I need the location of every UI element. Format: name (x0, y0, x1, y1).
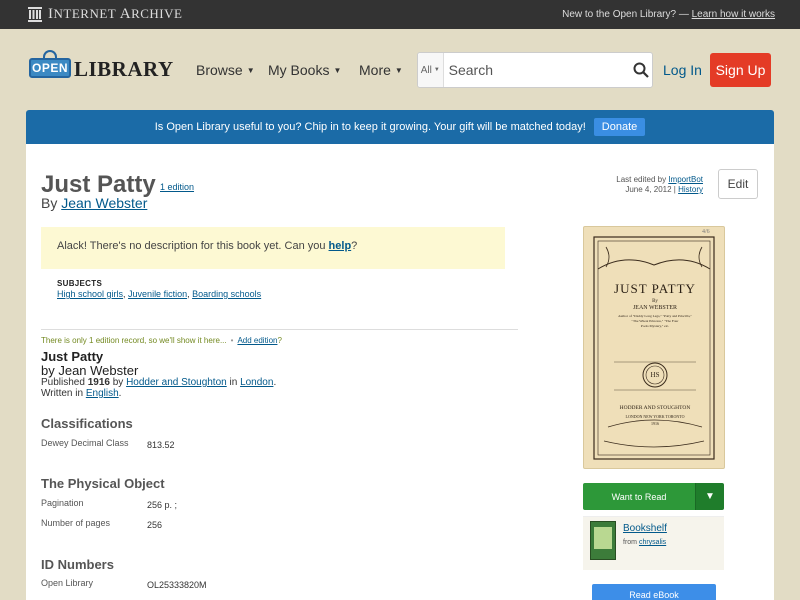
edition-publish-info: Published 1916 by Hodder and Stoughton i… (41, 377, 277, 399)
pagination-label: Pagination (41, 498, 84, 508)
donation-banner: Is Open Library useful to you? Chip in t… (26, 110, 774, 144)
nav-my-books[interactable]: My Books ▼ (268, 62, 341, 78)
language-link[interactable]: English (86, 388, 119, 399)
import-bot-link[interactable]: ImportBot (668, 175, 703, 184)
subject-link[interactable]: Juvenile fiction (128, 289, 187, 299)
subject-link[interactable]: High school girls (57, 289, 123, 299)
pagination-value: 256 p. ; (147, 500, 178, 510)
dewey-value: 813.52 (147, 440, 175, 450)
cover-blurb: Author of "Daddy Long Legs," "Patty and … (618, 314, 692, 328)
ia-building-icon (28, 7, 42, 22)
caret-down-icon: ▼ (433, 67, 440, 73)
author-link[interactable]: Jean Webster (61, 195, 147, 211)
pages-label: Number of pages (41, 518, 111, 528)
subjects-section: SUBJECTS High school girls, Juvenile fic… (57, 279, 262, 299)
edition-byline: by Jean Webster (41, 363, 139, 378)
history-link[interactable]: History (678, 185, 703, 194)
want-to-read-button[interactable]: Want to Read (583, 483, 695, 510)
cover-author: JEAN WEBSTER (632, 305, 678, 311)
new-to-open-library: New to the Open Library? — Learn how it … (562, 9, 775, 20)
pages-value: 256 (147, 520, 163, 530)
cover-by: By (652, 299, 658, 304)
caret-down-icon: ▼ (394, 65, 403, 75)
search-input[interactable] (443, 53, 630, 87)
caret-down-icon: ▼ (246, 65, 255, 75)
dewey-label: Dewey Decimal Class (41, 438, 129, 448)
bookshelf-from: from chrysalis (623, 539, 667, 546)
caret-down-icon: ▼ (333, 65, 342, 75)
classifications-heading: Classifications (41, 416, 133, 431)
search-scope-select[interactable]: All ▼ (418, 53, 444, 87)
place-link[interactable]: London (240, 377, 273, 388)
signup-button[interactable]: Sign Up (710, 53, 771, 87)
donate-button[interactable]: Donate (593, 118, 646, 136)
book-cover[interactable]: 4/6 JUST PATTY By JEAN WEBSTER Author of… (583, 226, 725, 469)
physical-object-heading: The Physical Object (41, 476, 165, 491)
main-content: Just Patty 1 edition By Jean Webster Las… (26, 144, 774, 600)
edit-button[interactable]: Edit (718, 169, 758, 199)
bookshelf-thumbnail[interactable] (590, 521, 616, 560)
only-one-edition-notice: There is only 1 edition record, so we'll… (41, 336, 282, 345)
search-icon[interactable] (630, 62, 652, 78)
want-to-read-control: Want to Read ▼ (583, 483, 724, 510)
cover-pencil-mark: 4/6 (702, 229, 710, 235)
nav-browse[interactable]: Browse ▼ (196, 62, 255, 78)
reading-status-dropdown[interactable]: ▼ (695, 483, 724, 510)
open-sign-icon: OPEN (29, 50, 71, 80)
edition-count-link[interactable]: 1 edition (160, 182, 194, 192)
open-library-id-label: Open Library (41, 578, 94, 588)
cover-title: JUST PATTY (614, 281, 696, 296)
search-bar: All ▼ (417, 52, 653, 88)
internet-archive-bar: INTERNET ARCHIVE New to the Open Library… (0, 0, 800, 29)
edition-title: Just Patty (41, 349, 104, 364)
work-byline: By Jean Webster (41, 195, 148, 211)
open-library-id-value: OL25333820M (147, 580, 207, 590)
donation-message: Is Open Library useful to you? Chip in t… (154, 121, 586, 133)
cover-publisher-mark: HS (650, 371, 660, 379)
divider (41, 329, 518, 330)
subjects-label: SUBJECTS (57, 279, 103, 288)
help-link[interactable]: help (329, 240, 352, 252)
ia-logo-link[interactable]: INTERNET ARCHIVE (28, 6, 182, 23)
open-library-logo[interactable]: OPEN LIBRARY (29, 50, 174, 80)
add-edition-link[interactable]: Add edition (237, 336, 277, 345)
subject-link[interactable]: Boarding schools (192, 289, 261, 299)
no-description-notice: Alack! There's no description for this b… (41, 227, 505, 269)
read-ebook-button[interactable]: Read eBook (592, 584, 716, 600)
bookshelf-link[interactable]: Bookshelf (623, 523, 667, 534)
id-numbers-heading: ID Numbers (41, 557, 114, 572)
cover-year: 1916 (651, 421, 659, 426)
publisher-link[interactable]: Hodder and Stoughton (126, 377, 227, 388)
nav-more[interactable]: More ▼ (359, 62, 403, 78)
site-header: OPEN LIBRARY Browse ▼ My Books ▼ More ▼ All… (0, 29, 800, 109)
ia-brand-text: INTERNET ARCHIVE (48, 6, 183, 22)
logo-library-text: LIBRARY (74, 57, 174, 81)
cover-publisher: HODDER AND STOUGHTON (619, 405, 691, 411)
learn-how-link[interactable]: Learn how it works (692, 9, 775, 20)
last-edited: Last edited by ImportBot June 4, 2012 | … (616, 175, 703, 194)
chrysalis-link[interactable]: chrysalis (639, 539, 666, 546)
bookshelf-card: Bookshelf from chrysalis (583, 516, 724, 570)
login-link[interactable]: Log In (663, 62, 702, 78)
caret-down-icon: ▼ (705, 491, 715, 502)
cover-cities: LONDON NEW YORK TORONTO (625, 414, 685, 419)
